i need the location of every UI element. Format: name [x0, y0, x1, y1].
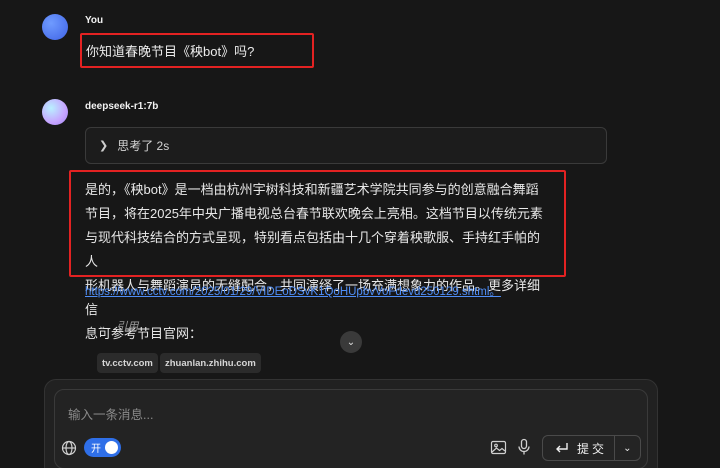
- answer-line: 息可参考节目官网：: [85, 326, 203, 341]
- thinking-label: 思考了 2s: [117, 139, 170, 153]
- send-options-button[interactable]: ⌄: [615, 443, 640, 454]
- microphone-icon[interactable]: [516, 438, 532, 456]
- citations-label: 引用: [116, 321, 139, 333]
- user-name: You: [85, 15, 104, 26]
- globe-icon[interactable]: [61, 440, 77, 456]
- chevron-down-icon: ⌄: [623, 442, 632, 454]
- web-search-toggle[interactable]: 开: [84, 438, 121, 457]
- chevron-down-icon: ⌄: [98, 320, 107, 332]
- answer-line: 节目，将在2025年中央广播电视总台春节联欢晚会上亮相。这档节目以传统元素: [85, 206, 543, 221]
- user-message-text: 你知道春晚节目《秧bot》吗?: [86, 44, 255, 59]
- bot-name: deepseek-r1:7b: [85, 101, 159, 112]
- toggle-label: 开: [91, 444, 101, 455]
- chevron-down-icon: ⌄: [346, 336, 356, 348]
- source-chip[interactable]: tv.cctv.com: [97, 353, 158, 373]
- message-input-placeholder: 输入一条消息...: [68, 408, 154, 422]
- send-button-group: 提交 ⌄: [542, 435, 641, 461]
- bot-answer: 是的，《秧bot》是一档由杭州宇树科技和新疆艺术学院共同参与的创意融合舞蹈 节目…: [69, 170, 566, 341]
- answer-line: 是的，《秧bot》是一档由杭州宇树科技和新疆艺术学院共同参与的创意融合舞蹈: [85, 182, 539, 197]
- bot-avatar: [42, 99, 68, 125]
- chat-page: You 你知道春晚节目《秧bot》吗? deepseek-r1:7b ❯ 思考了…: [0, 0, 720, 468]
- enter-icon: [556, 443, 568, 453]
- scroll-down-button[interactable]: ⌄: [340, 331, 362, 353]
- answer-line: 与现代科技结合的方式呈现，特别看点包括由十几个穿着秧歌服、手持红手帕的人: [85, 230, 541, 269]
- toggle-knob: [105, 441, 118, 454]
- send-button[interactable]: 提交: [543, 440, 614, 457]
- thinking-toggle[interactable]: ❯ 思考了 2s: [85, 127, 607, 164]
- user-message: 你知道春晚节目《秧bot》吗?: [80, 33, 314, 68]
- chevron-right-icon: ❯: [99, 140, 109, 152]
- user-avatar: [42, 14, 68, 40]
- send-label: 提交: [577, 441, 608, 456]
- citations-toggle[interactable]: ⌄ 引用: [98, 318, 138, 334]
- image-upload-icon[interactable]: [490, 439, 507, 456]
- reference-link[interactable]: https://www.cctv.com/2025/01/29/VIDEoDSv…: [85, 283, 501, 299]
- source-chip[interactable]: zhuanlan.zhihu.com: [160, 353, 261, 373]
